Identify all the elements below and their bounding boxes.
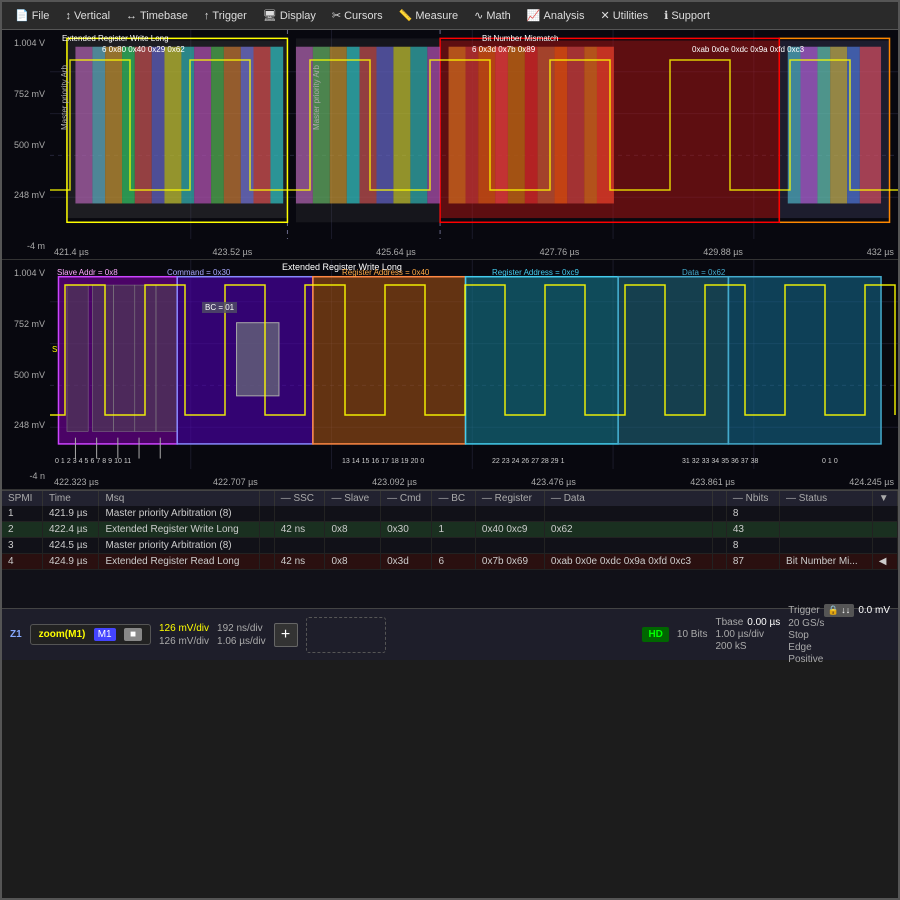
y-label-5: -4 m [4, 241, 48, 251]
col-msg: Msq [99, 491, 260, 506]
waveform-top-panel: 1.004 V 752 mV 500 mV 248 mV -4 m [2, 30, 898, 260]
top-waveform-svg [50, 30, 898, 239]
ns-div-1: 192 ns/div [217, 623, 266, 634]
measure-icon: 📏 [399, 9, 413, 22]
stop-label: Stop [788, 630, 890, 641]
sample-rate-2: 200 kS [715, 641, 780, 652]
trigger-badge: 🔒 ↓↓ [824, 604, 855, 617]
statusbar: Z1 zoom(M1) M1 ■ 126 mV/div 126 mV/div 1… [2, 608, 898, 660]
positive-label: Positive [788, 654, 890, 665]
sample-rate-1: 1.00 µs/div [715, 629, 780, 640]
y-label-b5: -4 n [4, 471, 48, 481]
menubar: 📄 File ↕ Vertical ↔ Timebase ↑ Trigger 🖥… [2, 2, 898, 30]
table-row: 2 422.4 µs Extended Register Write Long … [2, 522, 898, 538]
menu-vertical[interactable]: ↕ Vertical [58, 7, 117, 25]
display-icon: 🖥 [263, 9, 277, 22]
bit-numbers-5: 010 [822, 458, 838, 465]
waveform-bottom-panel: 1.004 V 752 mV 500 mV 248 mV -4 n Extend… [2, 260, 898, 490]
y-label-1: 1.004 V [4, 38, 48, 48]
ch1-vdiv-2: 126 mV/div [159, 636, 209, 647]
y-label-b2: 752 mV [4, 319, 48, 329]
m1-badge: M1 [94, 628, 116, 641]
y-label-b3: 500 mV [4, 370, 48, 380]
col-arrow: ▼ [872, 491, 897, 506]
bit-numbers: 01234567891011 [55, 458, 131, 465]
master-priority-label-1: Master priority Arb [60, 50, 69, 130]
z1-label: Z1 [10, 629, 22, 640]
x-axis-top: 421.4 µs 423.52 µs 425.64 µs 427.76 µs 4… [50, 247, 898, 257]
col-data: — Data [544, 491, 712, 506]
spmi-data-table: SPMI Time Msq — SSC — Slave — Cmd — BC —… [2, 491, 898, 570]
cursors-icon: ✂ [332, 9, 341, 22]
y-axis-top: 1.004 V 752 mV 500 mV 248 mV -4 m [2, 30, 50, 259]
y-axis-bottom: 1.004 V 752 mV 500 mV 248 mV -4 n [2, 260, 50, 489]
bits-display: 10 Bits [677, 629, 708, 640]
zoom-value: ■ [124, 628, 142, 641]
hd-badge: HD [642, 627, 668, 642]
y-label-2: 752 mV [4, 89, 48, 99]
trigger-label: Trigger [788, 605, 819, 616]
menu-display[interactable]: 🖥 Display [256, 6, 323, 25]
file-icon: 📄 [15, 9, 29, 22]
tbase-value: 0.00 µs [747, 617, 780, 628]
col-spmi: SPMI [2, 491, 42, 506]
gs-rate: 20 GS/s [788, 618, 890, 629]
edge-label: Edge [788, 642, 890, 653]
menu-support[interactable]: ℹ Support [657, 6, 717, 25]
col-nbits: — Nbits [726, 491, 779, 506]
y-label-b1: 1.004 V [4, 268, 48, 278]
col-bc: — BC [432, 491, 475, 506]
oscilloscope-frame: 📄 File ↕ Vertical ↔ Timebase ↑ Trigger 🖥… [0, 0, 900, 900]
menu-cursors[interactable]: ✂ Cursors [325, 6, 390, 25]
col-status: — Status [780, 491, 873, 506]
bottom-waveform-svg [50, 260, 898, 469]
trigger-value: 0.0 mV [858, 605, 890, 616]
spmi-table-area: SPMI Time Msq — SSC — Slave — Cmd — BC —… [2, 490, 898, 608]
x-axis-bottom: 422.323 µs 422.707 µs 423.092 µs 423.476… [50, 477, 898, 487]
menu-utilities[interactable]: ✕ Utilities [593, 6, 655, 25]
col-cmd: — Cmd [381, 491, 432, 506]
y-label-b4: 248 mV [4, 420, 48, 430]
col-time: Time [42, 491, 98, 506]
col-reg: — Register [475, 491, 544, 506]
tbase-label: Tbase [715, 617, 743, 628]
table-row: 4 424.9 µs Extended Register Read Long 4… [2, 554, 898, 570]
channel-s-label: S [52, 345, 57, 354]
col-empty2 [712, 491, 726, 506]
menu-timebase[interactable]: ↔ Timebase [119, 7, 195, 25]
trigger-section: Trigger 🔒 ↓↓ 0.0 mV 20 GS/s Stop Edge Po… [788, 604, 890, 665]
table-row: 3 424.5 µs Master priority Arbitration (… [2, 538, 898, 554]
col-slave: — Slave [325, 491, 381, 506]
bit-numbers-2: 13141516171819200 [342, 458, 424, 465]
ns-div-2: 1.06 µs/div [217, 636, 266, 647]
menu-measure[interactable]: 📏 Measure [392, 6, 466, 25]
vertical-icon: ↕ [65, 10, 71, 22]
bit-numbers-3: 222324262728291 [492, 458, 564, 465]
trigger-icon: ↑ [204, 10, 210, 22]
support-icon: ℹ [664, 9, 668, 22]
table-row: 1 421.9 µs Master priority Arbitration (… [2, 506, 898, 522]
y-label-3: 500 mV [4, 140, 48, 150]
ch1-vdiv-1: 126 mV/div [159, 623, 209, 634]
col-ssc: — SSC [274, 491, 325, 506]
menu-trigger[interactable]: ↑ Trigger [197, 7, 254, 25]
menu-file[interactable]: 📄 File [8, 6, 56, 25]
col-empty1 [260, 491, 274, 506]
master-priority-label-2: Master priority Arb [312, 50, 321, 130]
tbase-section: Tbase 0.00 µs 1.00 µs/div 200 kS [715, 617, 780, 652]
bit-numbers-4: 3132333435363738 [682, 458, 758, 465]
y-label-4: 248 mV [4, 190, 48, 200]
add-channel-button[interactable]: + [274, 623, 298, 647]
utilities-icon: ✕ [600, 9, 609, 22]
analysis-icon: 📈 [527, 9, 541, 22]
timebase-icon: ↔ [126, 10, 137, 22]
menu-math[interactable]: ∿ Math [467, 6, 518, 25]
channel-placeholder [306, 617, 386, 653]
ns-div-controls: 192 ns/div 1.06 µs/div [217, 623, 266, 647]
menu-analysis[interactable]: 📈 Analysis [520, 6, 592, 25]
math-icon: ∿ [474, 9, 483, 22]
ch1-controls: 126 mV/div 126 mV/div [159, 623, 209, 647]
zoom-box: zoom(M1) M1 ■ [30, 624, 151, 645]
